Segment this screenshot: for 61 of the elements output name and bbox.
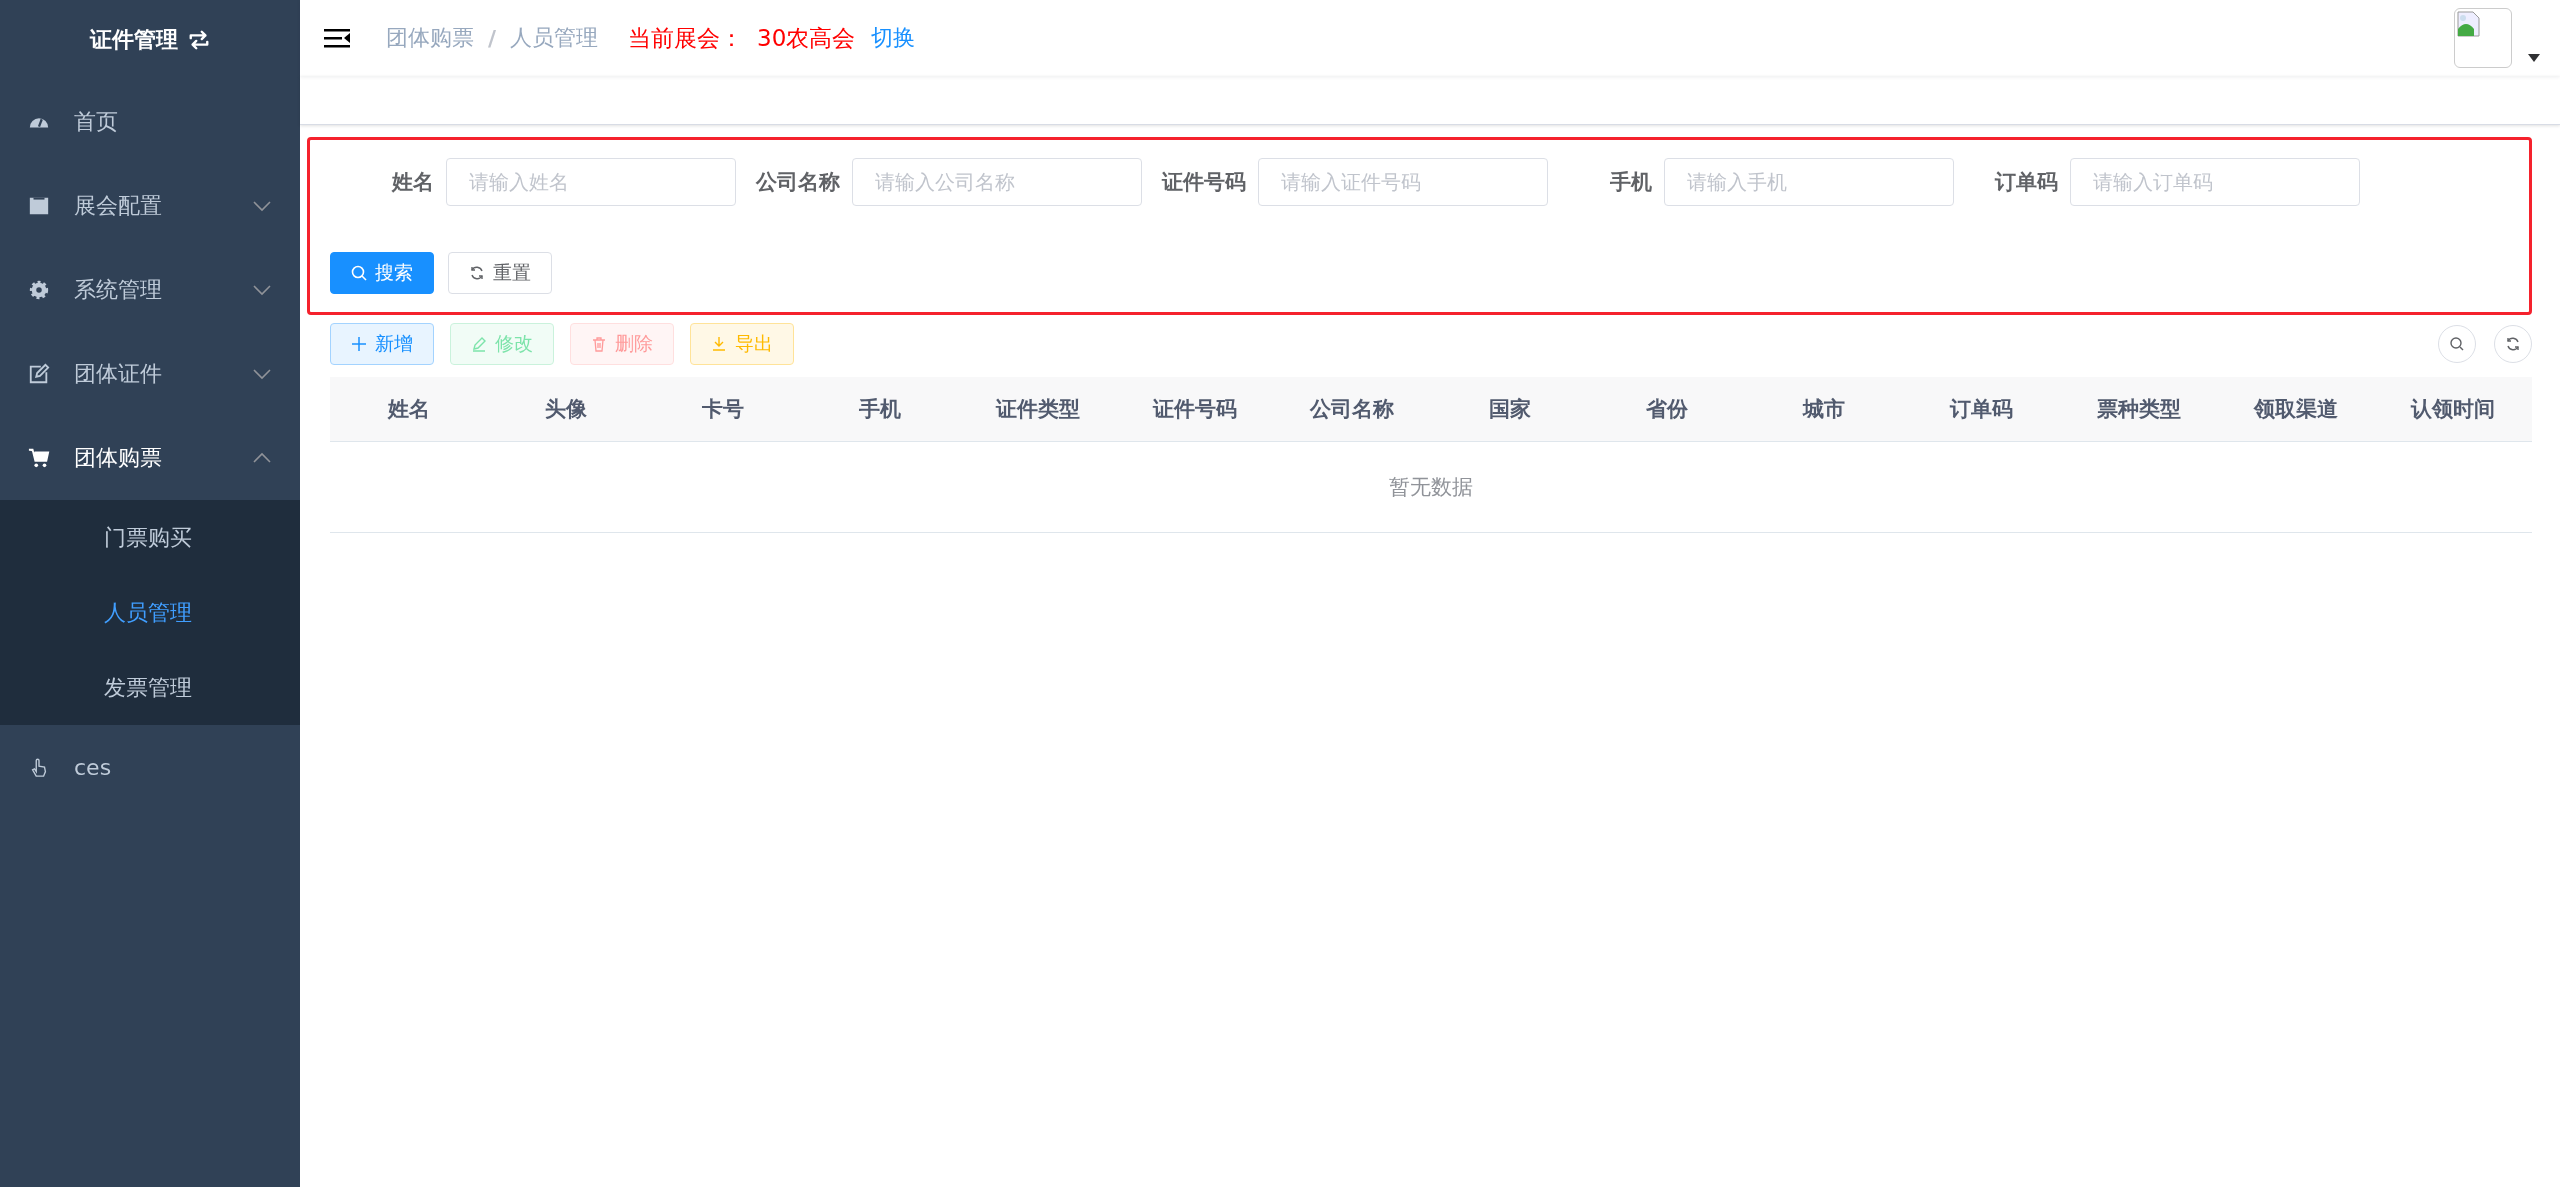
column-header: 城市 (1801, 396, 1847, 423)
field-label: 证件号码 (1160, 169, 1247, 196)
search-icon (351, 265, 367, 281)
swap-arrows-icon (188, 29, 210, 51)
field-label: 公司名称 (755, 169, 841, 196)
menu-item[interactable]: 展会配置 (0, 164, 300, 248)
menu-item[interactable]: 团体购票 (0, 416, 300, 500)
input-field[interactable]: 请输入证件号码 (1258, 158, 1548, 206)
menu-item[interactable]: 首页 (0, 80, 300, 164)
caret-down-icon (2528, 54, 2540, 62)
breadcrumb-item: 人员管理 (510, 24, 599, 52)
column-header: 证件类型 (994, 396, 1081, 423)
avatar-image[interactable] (2454, 8, 2512, 68)
field-label: 手机 (1609, 169, 1653, 196)
exhibition-name: 30农高会 (757, 23, 856, 53)
menu-item[interactable]: 系统管理 (0, 248, 300, 332)
column-header: 头像 (543, 396, 588, 423)
search-icon (2449, 336, 2465, 352)
reset-button[interactable]: 重置 (448, 252, 552, 294)
trash-icon (591, 336, 607, 352)
input-field[interactable]: 请输入公司名称 (852, 158, 1142, 206)
search-button[interactable]: 搜索 (330, 252, 434, 294)
refresh-button[interactable] (2494, 325, 2532, 363)
column-header: 手机 (858, 396, 903, 423)
column-header: 证件号码 (1151, 396, 1239, 423)
column-header: 国家 (1487, 396, 1532, 423)
field-label: 姓名 (390, 169, 435, 196)
breadcrumb-separator: / (488, 25, 497, 51)
input-field[interactable]: 请输入手机 (1664, 158, 1954, 206)
menu-item[interactable]: ces (0, 725, 300, 809)
column-header: 省份 (1644, 396, 1689, 423)
input-field[interactable]: 请输入订单码 (2070, 158, 2360, 206)
cart-icon (28, 447, 50, 469)
edit-icon (28, 363, 50, 385)
field-label: 订单码 (1993, 169, 2059, 196)
exhibition-label: 当前展会： (628, 23, 744, 53)
switch-link[interactable]: 切换 (871, 23, 916, 53)
sidebar-title: 证件管理 (90, 26, 178, 54)
refresh-icon (469, 265, 485, 281)
column-header: 票种类型 (2095, 396, 2182, 423)
submenu-item[interactable]: 门票购买 (0, 500, 300, 575)
search-toggle-button[interactable] (2438, 325, 2476, 363)
plus-icon (351, 336, 367, 352)
refresh-icon (2505, 336, 2521, 352)
gear-icon (28, 279, 50, 301)
menu-icon (324, 27, 350, 49)
folder-icon (28, 195, 50, 217)
column-header: 公司名称 (1309, 396, 1396, 423)
download-icon (711, 336, 727, 352)
submenu-item[interactable]: 人员管理 (0, 575, 300, 650)
column-header: 领取渠道 (2252, 396, 2339, 423)
column-header: 认领时间 (2409, 396, 2497, 423)
column-header: 卡号 (701, 396, 746, 423)
pencil-icon (471, 336, 487, 352)
broken-image-icon (2457, 11, 2481, 37)
column-header: 姓名 (386, 396, 431, 423)
submenu-item[interactable]: 发票管理 (0, 650, 300, 725)
column-header: 订单码 (1948, 396, 2014, 423)
input-field[interactable]: 请输入姓名 (446, 158, 736, 206)
empty-message: 暂无数据 (1389, 474, 1473, 501)
menu-item[interactable]: 团体证件 (0, 332, 300, 416)
